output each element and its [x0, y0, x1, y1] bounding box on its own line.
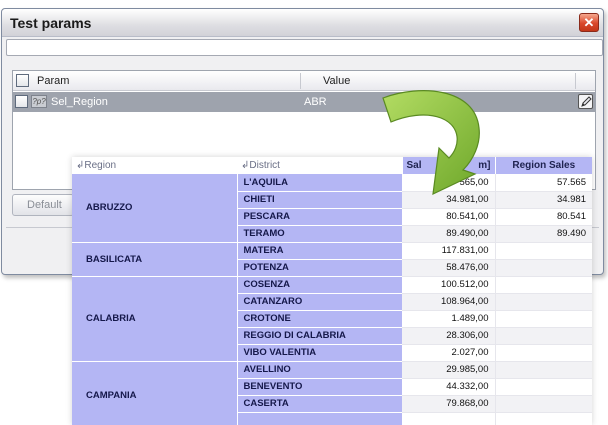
pivot-header-row: ↲Region ↲District Sal m] Region Sales: [72, 157, 592, 174]
sales-cell: 28.306,00: [402, 327, 495, 345]
district-cell[interactable]: PESCARA: [236, 208, 402, 226]
table-row: CALABRIA COSENZA 100.512,00: [72, 276, 592, 362]
sales-cell: 44.332,00: [402, 378, 495, 396]
sales-cell: 117.831,00: [402, 242, 495, 260]
region-sales-cell: [494, 276, 592, 294]
name-input[interactable]: [6, 39, 603, 56]
default-button[interactable]: Default: [12, 194, 74, 216]
district-cell[interactable]: TERAMO: [236, 225, 402, 243]
region-sales-cell: [494, 327, 592, 345]
pivot-table: ↲Region ↲District Sal m] Region Sales ABR…: [72, 157, 592, 425]
region-sales-cell: [494, 242, 592, 260]
region-sales-cell: 80.541: [494, 208, 592, 226]
region-sales-cell: [494, 293, 592, 311]
table-row: ABRUZZO L'AQUILA 565,00 57.565: [72, 174, 592, 243]
column-header-param[interactable]: Param: [37, 75, 69, 87]
pivot-table-preview: ↲Region ↲District Sal m] Region Sales ABR…: [72, 157, 592, 425]
district-cell[interactable]: BENEVENTO: [236, 378, 402, 396]
region-cell[interactable]: BASILICATA: [72, 242, 237, 277]
sales-cell: 100.512,00: [402, 276, 495, 294]
param-name: Sel_Region: [51, 96, 108, 108]
row-checkbox[interactable]: [15, 95, 28, 108]
table-row: BASILICATA MATERA 117.831,00: [72, 242, 592, 277]
pivot-body: ABRUZZO L'AQUILA 565,00 57.565 CHIETI 34.981,…: [72, 174, 592, 425]
sales-cell: 1.489,00: [402, 310, 495, 328]
region-sales-cell: 34.981: [494, 191, 592, 209]
param-row[interactable]: ?p? Sel_Region ABR: [13, 92, 595, 112]
sales-cell: 80.541,00: [402, 208, 495, 226]
sales-cell: 58.476,00: [402, 259, 495, 277]
sales-cell: 108.964,00: [402, 293, 495, 311]
district-cell[interactable]: POTENZA: [236, 259, 402, 277]
select-all-checkbox[interactable]: [16, 74, 29, 87]
sales-cell: 2.027,00: [402, 344, 495, 362]
region-sales-cell: [494, 344, 592, 362]
district-cell[interactable]: REGGIO DI CALABRIA: [236, 327, 402, 345]
column-separator[interactable]: [575, 73, 576, 89]
district-cell[interactable]: COSENZA: [236, 276, 402, 294]
region-sales-cell: 89.490: [494, 225, 592, 243]
district-cell[interactable]: [236, 412, 402, 425]
dialog-title: Test params: [10, 15, 92, 31]
region-sales-header[interactable]: Region Sales: [494, 157, 592, 174]
table-row: CAMPANIA AVELLINO 29.985,00: [72, 361, 592, 425]
district-cell[interactable]: CATANZARO: [236, 293, 402, 311]
district-cell[interactable]: CASERTA: [236, 395, 402, 413]
region-cell[interactable]: CALABRIA: [72, 276, 237, 362]
sales-cell: 79.868,00: [402, 395, 495, 413]
region-sales-cell: [494, 412, 592, 425]
district-cell[interactable]: VIBO VALENTIA: [236, 344, 402, 362]
region-sales-cell: 57.565: [494, 174, 592, 192]
edit-icon: [581, 96, 592, 107]
region-sales-cell: [494, 259, 592, 277]
region-header[interactable]: ↲Region: [72, 157, 237, 174]
region-sales-cell: [494, 378, 592, 396]
title-bar: Test params ✕: [2, 9, 603, 37]
param-type-icon: ?p?: [31, 95, 47, 108]
sales-cell: [402, 412, 495, 425]
region-sales-cell: [494, 361, 592, 379]
close-button[interactable]: ✕: [579, 13, 599, 32]
column-header-value[interactable]: Value: [323, 75, 350, 87]
sales-cell: 29.985,00: [402, 361, 495, 379]
district-cell[interactable]: MATERA: [236, 242, 402, 260]
sales-cell: 89.490,00: [402, 225, 495, 243]
curved-arrow-icon: [382, 90, 480, 196]
edit-value-button[interactable]: [578, 94, 593, 109]
column-separator[interactable]: [300, 73, 301, 89]
region-sales-cell: [494, 310, 592, 328]
region-cell[interactable]: ABRUZZO: [72, 174, 237, 243]
district-cell[interactable]: CROTONE: [236, 310, 402, 328]
param-value[interactable]: ABR: [304, 96, 327, 108]
grid-header: Param Value: [13, 71, 595, 91]
district-cell[interactable]: AVELLINO: [236, 361, 402, 379]
region-cell[interactable]: CAMPANIA: [72, 361, 237, 425]
close-icon: ✕: [583, 15, 595, 30]
region-sales-cell: [494, 395, 592, 413]
